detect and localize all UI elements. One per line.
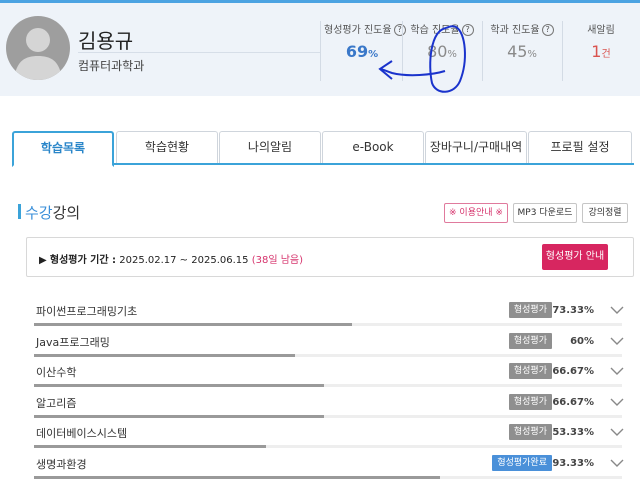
course-name[interactable]: 데이터베이스시스템 (36, 425, 127, 441)
course-progress-track (34, 323, 622, 326)
divider (482, 21, 483, 81)
section-accent-bar (18, 204, 21, 219)
section-title-rest: 강의 (52, 204, 81, 222)
period-label: 형성평가 기간 : (49, 255, 117, 266)
course-name[interactable]: Java프로그래밍 (36, 334, 110, 350)
course-row[interactable]: Java프로그래밍 형성평가 60% (34, 328, 634, 358)
course-progress-track (34, 476, 622, 479)
stat-value: 1 (591, 42, 602, 61)
stat-label: 학습 진도율 (410, 25, 460, 36)
course-progress-fill (34, 353, 296, 357)
tab-my-notifications[interactable]: 나의알림 (219, 131, 321, 163)
tab-study-status[interactable]: 학습현황 (116, 131, 218, 163)
course-percent: 93.33% (552, 458, 594, 469)
chevron-down-icon[interactable] (608, 362, 626, 380)
formative-badge[interactable]: 형성평가 (508, 393, 552, 410)
course-progress-fill (34, 384, 325, 388)
course-percent: 73.33% (552, 305, 594, 316)
help-circle-icon[interactable]: ? (461, 24, 474, 36)
stat-unit: % (447, 49, 457, 60)
stat-label: 학과 진도율 (490, 25, 540, 36)
play-bullet-icon: ▶ (39, 255, 47, 266)
divider (562, 21, 563, 81)
profile-header: 김용규 컴퓨터과학과 형성평가 진도율? 69% 학습 진도율? 80% 학과 … (0, 0, 640, 96)
formative-period-box: ▶ 형성평가 기간 : 2025.02.17 ~ 2025.06.15 (38일… (26, 237, 634, 277)
stat-unit: 건 (601, 49, 611, 60)
course-row[interactable]: 데이터베이스시스템 형성평가 53.33% (34, 419, 634, 449)
tab-study-list[interactable]: 학습목록 (12, 131, 114, 167)
formative-badge[interactable]: 형성평가 (508, 332, 552, 349)
period-range: 2025.02.17 ~ 2025.06.15 (119, 255, 249, 266)
help-circle-icon[interactable]: ? (541, 24, 554, 36)
profile-department: 컴퓨터과학과 (78, 59, 145, 73)
stat-value: 80 (427, 42, 448, 61)
tab-profile-settings[interactable]: 프로필 설정 (528, 131, 632, 163)
chevron-down-icon[interactable] (608, 454, 626, 472)
course-percent: 66.67% (552, 396, 594, 408)
course-progress-track (34, 353, 622, 357)
formative-period-text: ▶ 형성평가 기간 : 2025.02.17 ~ 2025.06.15 (38일… (39, 251, 303, 266)
formative-guide-button[interactable]: 형성평가 안내 (542, 244, 608, 270)
course-progress-track (34, 384, 622, 388)
stat-new-notifications[interactable]: 새알림 1건 (564, 21, 638, 81)
tab-cart-orders[interactable]: 장바구니/구매내역 (425, 131, 527, 163)
chevron-down-icon[interactable] (608, 301, 626, 319)
chevron-down-icon[interactable] (608, 332, 626, 350)
formative-badge[interactable]: 형성평가 (508, 424, 552, 441)
stat-label: 형성평가 진도율 (324, 25, 392, 36)
course-progress-fill (34, 323, 352, 326)
usage-guide-button[interactable]: ※ 이용안내 ※ (444, 203, 508, 223)
stat-formative-progress: 형성평가 진도율? 69% (324, 21, 406, 81)
stat-value: 45 (507, 42, 528, 61)
profile-name: 김용규 (78, 29, 134, 53)
course-row[interactable]: 생명과환경 형성평가완료 93.33% (34, 450, 634, 480)
divider (78, 52, 320, 53)
course-sort-button[interactable]: 강의정렬 (582, 203, 628, 223)
mp3-download-button[interactable]: MP3 다운로드 (513, 203, 577, 223)
stat-unit: % (368, 49, 379, 60)
tab-ebook[interactable]: e-Book (322, 131, 424, 163)
course-progress-track (34, 445, 622, 449)
course-row[interactable]: 파이썬프로그래밍기초 형성평가 73.33% (34, 297, 634, 327)
course-name[interactable]: 생명과환경 (36, 456, 87, 472)
course-row[interactable]: 이산수학 형성평가 66.67% (34, 358, 634, 388)
course-percent: 60% (570, 335, 594, 347)
course-row[interactable]: 알고리즘 형성평가 66.67% (34, 389, 634, 419)
course-percent: 66.67% (552, 366, 594, 378)
stat-value: 69 (345, 42, 369, 61)
stat-learning-progress: 학습 진도율? 80% (404, 21, 480, 81)
course-progress-fill (34, 414, 325, 418)
period-remaining: (38일 남음) (251, 255, 303, 266)
divider (320, 21, 321, 81)
formative-badge[interactable]: 형성평가 (508, 302, 552, 318)
stat-department-progress: 학과 진도율? 45% (484, 21, 560, 81)
course-name[interactable]: 이산수학 (36, 364, 76, 380)
divider (402, 21, 403, 81)
chevron-down-icon[interactable] (608, 423, 626, 441)
section-title: 수강강의 (25, 202, 80, 223)
section-title-highlight: 수강 (25, 204, 53, 222)
formative-complete-badge[interactable]: 형성평가완료 (492, 455, 552, 471)
course-progress-fill (34, 445, 266, 449)
stat-unit: % (527, 49, 537, 60)
stat-label: 새알림 (587, 25, 615, 36)
formative-badge[interactable]: 형성평가 (508, 363, 552, 380)
course-name[interactable]: 파이썬프로그래밍기초 (36, 303, 137, 319)
course-name[interactable]: 알고리즘 (36, 395, 76, 411)
course-percent: 53.33% (552, 427, 594, 439)
user-avatar-icon (6, 16, 70, 80)
course-progress-fill (34, 476, 440, 479)
chevron-down-icon[interactable] (608, 393, 626, 411)
main-tabs: 학습목록 학습현황 나의알림 e-Book 장바구니/구매내역 프로필 설정 (12, 131, 634, 167)
course-progress-track (34, 414, 622, 418)
